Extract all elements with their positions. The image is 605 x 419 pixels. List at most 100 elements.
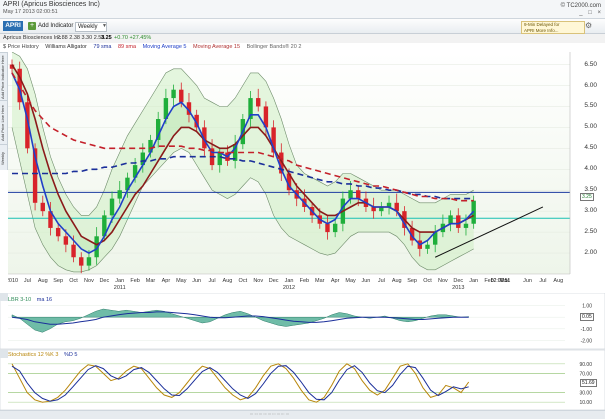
stoch-legend: Stochastics 12 %K 3 %D 5 [8,352,81,358]
candle-body [332,223,338,233]
x-year-label: 2013 [452,285,464,291]
candle-body [79,257,84,266]
legend-sma79[interactable]: 79 sma [93,44,111,50]
stoch-y-tick: 10.00 [579,400,592,406]
stoch-legend-d[interactable]: %D 5 [64,352,77,358]
y-tick-label: 6.00 [584,81,597,89]
stoch-y-tick: 70.00 [579,371,592,377]
y-tick-label: 5.50 [584,102,597,110]
lbr-legend-name[interactable]: LBR 3-10 [8,297,31,303]
x-tick-label: Jan [469,278,478,284]
price-chart[interactable]: 2010 Jul Aug Sep Oct Nov Dec Jan Feb Mar Apr May Jun… [8,52,605,292]
y-tick-label: 2.50 [584,228,597,236]
stoch-value-label: 51.69 [580,379,597,387]
candle-body [71,244,76,258]
legend-ma15[interactable]: Moving Average 15 [193,44,240,50]
stoch-y-tick: 90.00 [579,362,592,368]
oscillator-panels[interactable]: 1.000.00-1.00-2.0090.0070.0030.0010.00 [0,293,605,418]
x-tick-label: Aug [223,278,233,284]
x-tick-label: Jun [192,278,201,284]
quote-last: 3.25 [101,35,112,41]
candle-body [356,190,361,199]
bottom-bar-text: ::: ::: ::: ::: ::: ::: ::: ::: ::: [250,411,289,416]
x-tick-label: May [345,278,356,284]
x-tick-label: 2010 [8,278,18,284]
candle-body [256,98,261,107]
window-date: May 17 2013 02:00:51 [3,9,58,15]
stoch-panel-close-icon [0,350,8,358]
x-tick-label: Aug [392,278,402,284]
chevron-down-icon[interactable]: ▼ [102,23,107,29]
x-tick-label: Aug [553,278,563,284]
candle-body [425,244,430,249]
x-tick-label: Oct [69,278,78,284]
candle-body [86,257,92,266]
lbr-y-tick: -1.00 [581,327,593,333]
candle-body [179,89,184,103]
x-tick-label: Sep [407,278,417,284]
legend-bollinger[interactable]: Bollinger Bands® 20 2 [247,44,302,50]
stoch-y-tick: 30.00 [579,391,592,397]
x-tick-label: Apr [162,278,171,284]
delay-badge[interactable]: 9-Min Delayed for APRI More Info... [521,21,585,34]
side-tab-weekly[interactable]: Weekly [0,144,7,171]
main-legend: $ Price History Williams Alligator 79 sm… [3,44,306,52]
candle-body [348,190,353,199]
quote-change: +0.70 +27.45% [114,35,152,41]
candle-body [63,236,69,245]
x-tick-label: Oct [423,278,432,284]
x-tick-label: Jan [285,278,294,284]
quote-ohlc: 2.88 2.38 3.30 2.58 [57,35,105,41]
legend-price-history[interactable]: $ Price History [3,44,39,50]
x-tick-label: Mar [315,278,325,284]
x-tick-label: May [176,278,187,284]
x-tick-label: Dec [453,278,463,284]
legend-sma89[interactable]: 89 sma [118,44,136,50]
candle-body [456,215,461,228]
x-tick-label: Jul [378,278,385,284]
symbol-box[interactable]: APRI [3,21,23,31]
candle-body [463,223,469,228]
add-indicator-icon[interactable]: + [28,22,36,30]
x-tick-label: Jul [24,278,31,284]
delay-badge-line2[interactable]: APRI More Info... [524,28,584,34]
window-controls[interactable]: _ □ × [579,10,603,16]
window-title: APRI (Apricus Biosciences Inc) [3,1,100,8]
y-tick-label: 4.00 [584,165,597,173]
x-tick-label: Jun [523,278,532,284]
candle-body [217,152,222,166]
y-tick-label: 5.00 [584,123,597,131]
quote-name: Apricus Biosciences Inc [3,35,62,41]
x-year-label: 2011 [114,285,126,291]
y-tick-label: 6.50 [584,60,597,68]
side-tab-price-line[interactable]: Add Price Line Here [0,100,7,145]
x-year-label: 2012 [283,285,295,291]
x-tick-label: Apr [331,278,340,284]
x-tick-label: Sep [53,278,63,284]
x-tick-label: Nov [84,278,94,284]
legend-alligator[interactable]: Williams Alligator [45,44,87,50]
legend-ma5[interactable]: Moving Average 5 [143,44,187,50]
x-tick-label: Jul [539,278,546,284]
y-tick-label: 2.00 [584,249,597,257]
side-tab-price-indicator[interactable]: Add Price Indicator Here [0,52,7,101]
x-tick-label: Jan [115,278,124,284]
x-tick-label: Dec [99,278,109,284]
x-cursor-label: 02:00:51 [491,278,511,284]
price-value-label: 3.25 [580,193,594,201]
x-tick-label: Oct [239,278,248,284]
side-tabs: Add Price Indicator Here Add Price Line … [0,52,8,171]
y-tick-label: 4.50 [584,144,597,152]
gear-icon[interactable]: ⚙ [585,21,592,30]
add-indicator-button[interactable]: Add Indicator [38,23,73,29]
stoch-panel [0,349,605,411]
lbr-legend-ma[interactable]: ma 16 [37,297,52,303]
x-tick-label: Feb [130,278,139,284]
y-tick-label: 3.00 [584,207,597,215]
candle-body [117,190,122,199]
x-tick-label: Jun [362,278,371,284]
stoch-legend-k[interactable]: Stochastics 12 %K 3 [8,352,58,358]
lbr-legend: LBR 3-10 ma 16 [8,297,56,303]
lbr-y-tick: -2.00 [581,339,593,345]
lbr-y-tick: 1.00 [582,304,592,310]
